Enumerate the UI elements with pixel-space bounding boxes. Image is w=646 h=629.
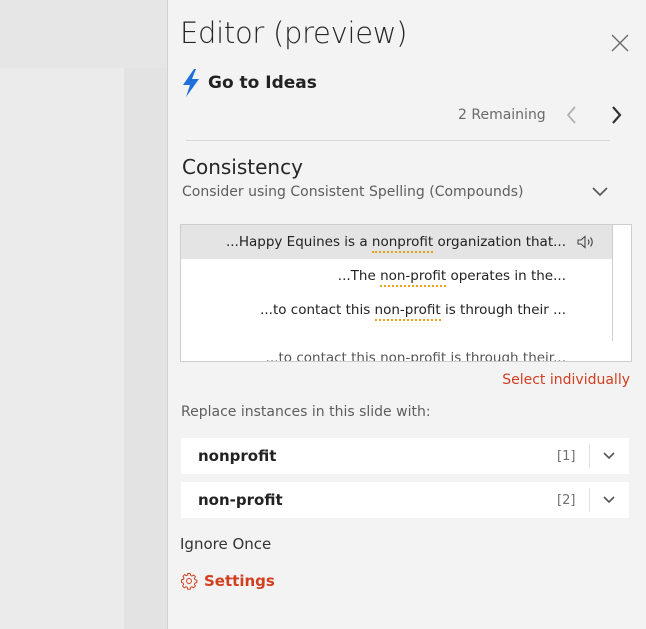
replace-option-non-profit[interactable]: non-profit [2] bbox=[181, 482, 629, 518]
instance-text: ...The non-profit operates in the... bbox=[338, 268, 566, 287]
option-divider bbox=[589, 488, 590, 512]
chevron-down-icon bbox=[592, 187, 608, 197]
remaining-count: 2 Remaining bbox=[458, 107, 546, 123]
instance-text: ...to contact this non-profit is through… bbox=[266, 350, 566, 361]
suggestion-navigator: 2 Remaining bbox=[448, 100, 638, 130]
document-margin bbox=[124, 68, 168, 629]
option-divider bbox=[589, 444, 590, 468]
document-canvas bbox=[0, 68, 124, 629]
chevron-left-icon bbox=[566, 106, 576, 124]
go-to-ideas-label: Go to Ideas bbox=[208, 73, 317, 93]
editor-pane: Editor (preview) Go to Ideas 2 Remaining… bbox=[168, 0, 646, 629]
instance-row[interactable]: ...to contact this non-profit is through… bbox=[181, 341, 612, 361]
next-button[interactable] bbox=[604, 102, 628, 128]
option-count: [1] bbox=[557, 449, 576, 464]
chevron-down-icon bbox=[603, 452, 615, 460]
instance-text: ...Happy Equines is a nonprofit organiza… bbox=[226, 234, 566, 253]
instance-row[interactable]: ...Happy Equines is a nonprofit organiza… bbox=[181, 225, 612, 259]
speaker-icon bbox=[577, 235, 593, 249]
chevron-right-icon bbox=[612, 106, 622, 124]
read-aloud-button[interactable] bbox=[576, 234, 596, 250]
option-dropdown-button[interactable] bbox=[597, 492, 621, 508]
close-button[interactable] bbox=[607, 30, 633, 56]
section-divider bbox=[186, 140, 610, 141]
replace-option-nonprofit[interactable]: nonprofit [1] bbox=[181, 438, 629, 474]
option-word: nonprofit bbox=[198, 447, 277, 465]
select-individually-link[interactable]: Select individually bbox=[502, 372, 630, 388]
instance-text: ...to contact this non-profit is through… bbox=[260, 302, 566, 321]
settings-link[interactable]: Settings bbox=[180, 570, 275, 592]
expand-category-button[interactable] bbox=[590, 184, 610, 200]
close-icon bbox=[611, 34, 629, 52]
option-dropdown-button[interactable] bbox=[597, 448, 621, 464]
instance-list[interactable]: ...Happy Equines is a nonprofit organiza… bbox=[180, 224, 632, 362]
replace-header: Replace instances in this slide with: bbox=[181, 404, 431, 420]
instance-row[interactable]: ...to contact this non-profit is through… bbox=[181, 293, 612, 327]
go-to-ideas-link[interactable]: Go to Ideas bbox=[180, 68, 317, 98]
settings-label: Settings bbox=[204, 572, 275, 590]
category-title: Consistency bbox=[182, 155, 303, 179]
instance-row[interactable]: ...The non-profit operates in the... bbox=[181, 259, 612, 293]
list-scrollbar[interactable] bbox=[612, 225, 631, 341]
lightning-bolt-icon bbox=[183, 69, 199, 97]
category-subtitle: Consider using Consistent Spelling (Comp… bbox=[182, 184, 524, 200]
option-word: non-profit bbox=[198, 491, 283, 509]
previous-button[interactable] bbox=[560, 102, 584, 128]
pane-title: Editor (preview) bbox=[180, 16, 408, 50]
chevron-down-icon bbox=[603, 496, 615, 504]
gear-icon bbox=[181, 573, 198, 590]
option-count: [2] bbox=[557, 493, 576, 508]
document-toolbar-area bbox=[0, 0, 168, 68]
ignore-once-button[interactable]: Ignore Once bbox=[180, 535, 271, 553]
